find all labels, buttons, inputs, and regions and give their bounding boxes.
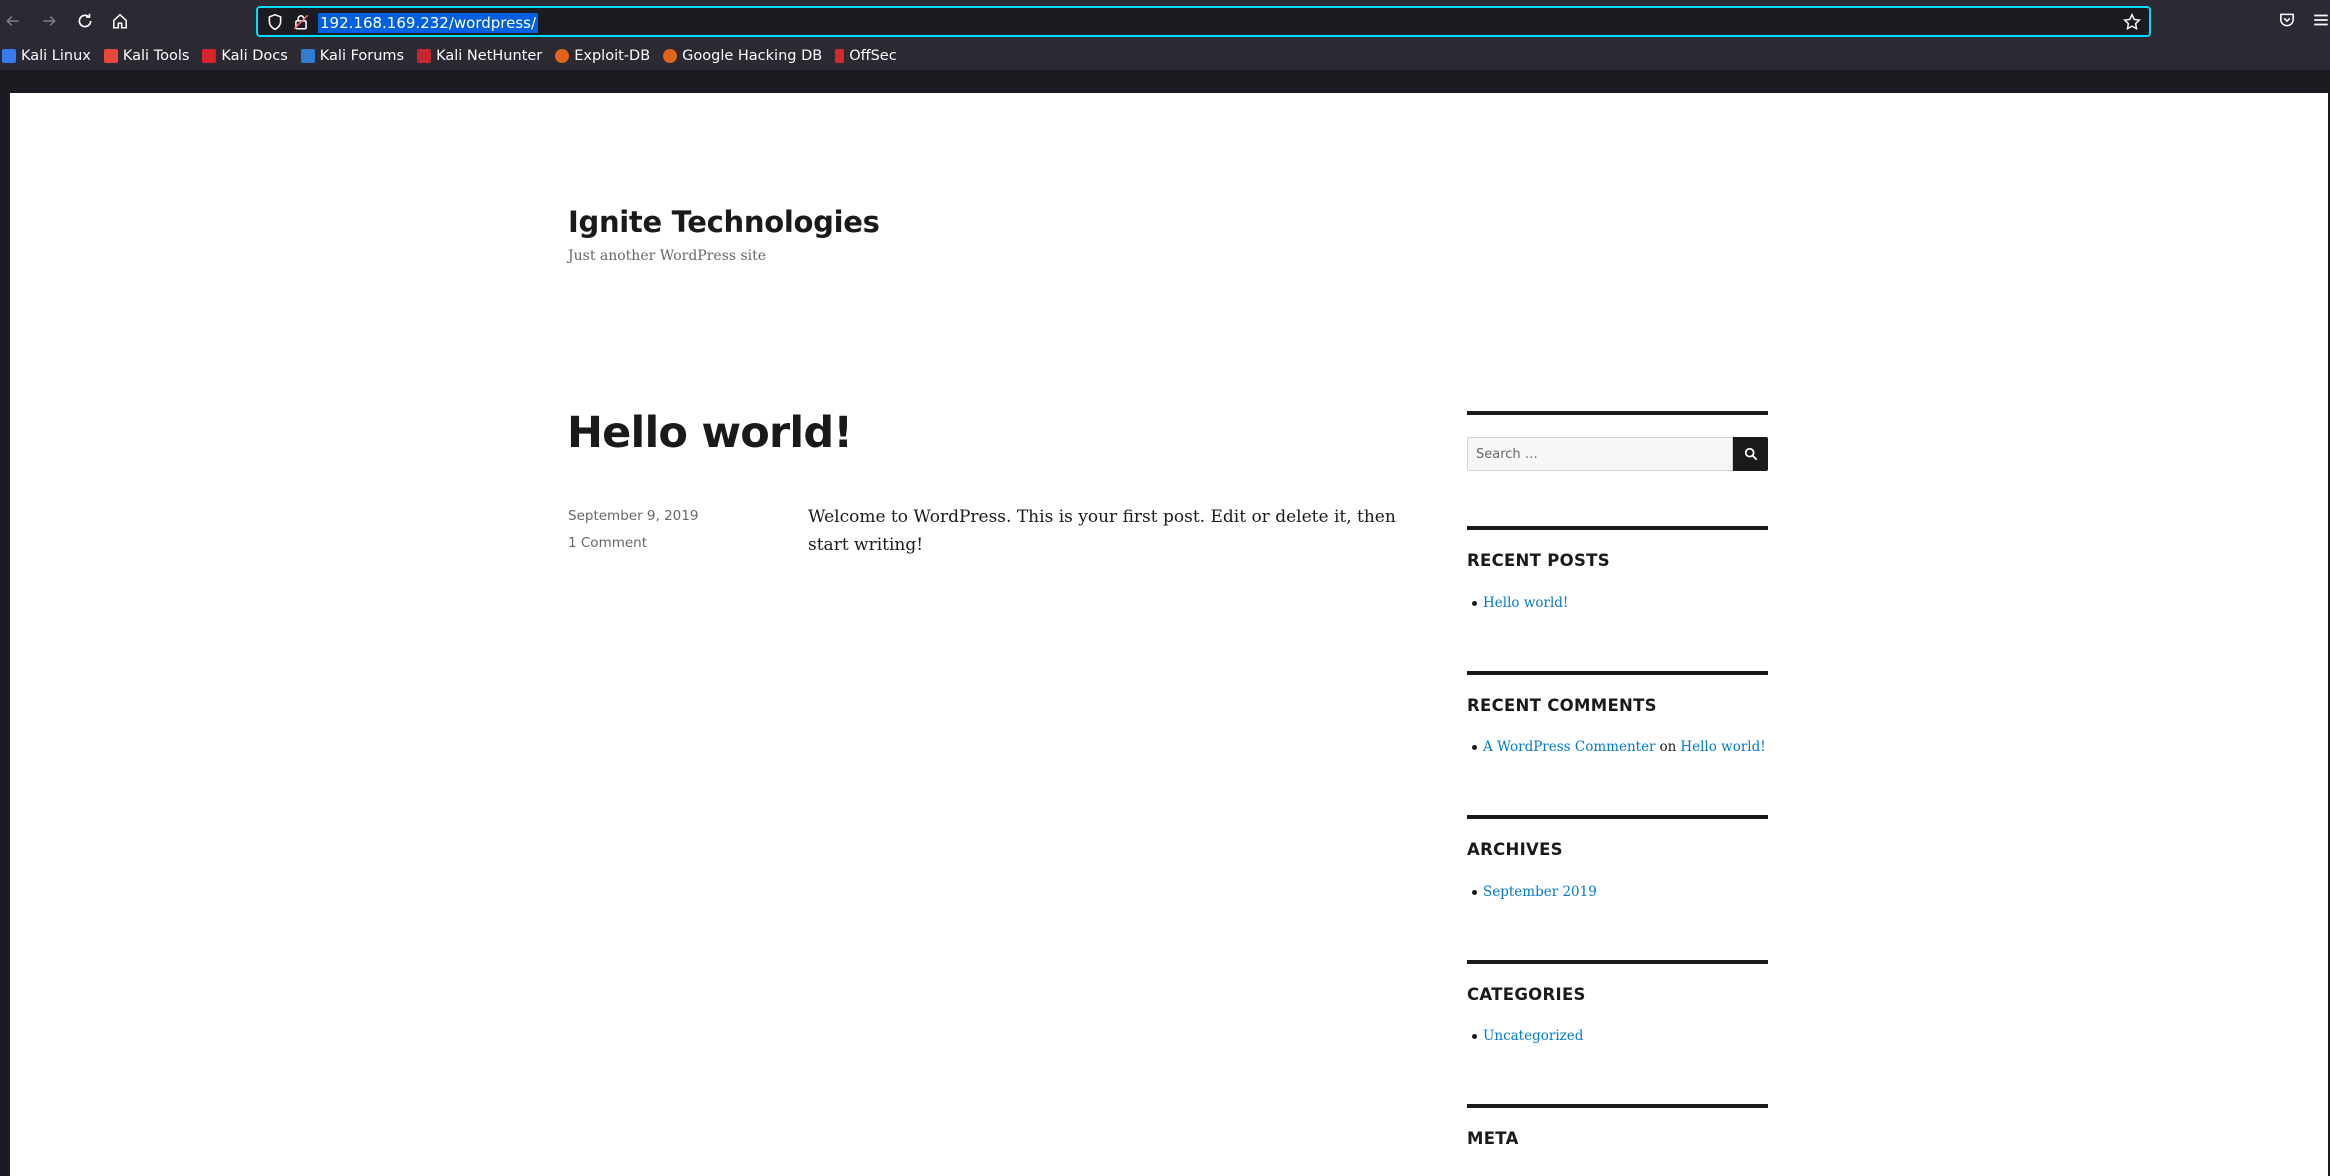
widget-divider [1467,815,1768,819]
comment-on-text: on [1659,739,1677,755]
meta-heading: META [1467,1129,1519,1148]
category-link[interactable]: Uncategorized [1483,1028,1583,1044]
search-button[interactable] [1733,437,1768,471]
categories-heading: CATEGORIES [1467,985,1586,1004]
bookmark-label: OffSec [849,48,897,64]
kali-tools-icon [103,49,118,63]
category-item: Uncategorized [1472,1028,1583,1044]
ghdb-icon [663,49,678,63]
widget-divider [1467,411,1768,415]
bookmark-kali-tools[interactable]: Kali Tools [103,48,190,64]
comment-author-link[interactable]: A WordPress Commenter [1483,739,1656,755]
search-icon [1744,447,1757,461]
bookmark-label: Kali Docs [221,48,288,64]
bullet [1472,744,1477,750]
archives-heading: ARCHIVES [1467,840,1563,859]
url-text[interactable]: 192.168.169.232/wordpress/ [318,13,539,33]
insecure-lock-icon[interactable] [292,13,310,31]
bookmark-label: Google Hacking DB [682,48,823,64]
kali-forums-icon [300,49,315,63]
widget-divider [1467,960,1768,964]
nethunter-icon [417,49,432,63]
archive-link[interactable]: September 2019 [1483,884,1597,900]
widget-divider [1467,671,1768,675]
toolbar-separator [0,70,2330,93]
bookmark-kali-forums[interactable]: Kali Forums [300,48,405,64]
bookmark-label: Kali Linux [21,48,91,64]
bookmark-label: Kali Tools [122,48,190,64]
bookmark-google-hacking-db[interactable]: Google Hacking DB [663,48,822,64]
bookmark-kali-linux[interactable]: Kali Linux [2,48,91,64]
bookmark-label: Kali NetHunter [436,48,543,64]
bookmark-label: Kali Forums [319,48,405,64]
back-arrow-icon[interactable] [1,9,25,33]
pocket-icon[interactable] [2278,11,2296,29]
kali-dragon-icon [2,49,16,63]
recent-post-item: Hello world! [1472,595,1568,611]
exploit-db-icon [555,49,570,63]
bookmark-star-icon[interactable] [2123,12,2141,31]
kali-docs-icon [202,49,217,63]
archive-item: September 2019 [1472,884,1597,900]
site-description: Just another WordPress site [568,248,767,264]
widget-divider [1467,1104,1768,1108]
recent-post-link[interactable]: Hello world! [1483,595,1568,611]
search-input[interactable] [1467,437,1733,471]
offsec-icon [835,49,845,63]
bookmark-label: Exploit-DB [574,48,651,64]
post-date[interactable]: September 9, 2019 [568,508,698,524]
reload-icon[interactable] [73,9,97,33]
recent-comment-item: A WordPress Commenter on Hello world! [1472,739,1766,755]
home-icon[interactable] [108,9,132,33]
widget-divider [1467,526,1768,530]
address-bar[interactable]: 192.168.169.232/wordpress/ [256,6,2151,37]
bookmark-kali-nethunter[interactable]: Kali NetHunter [417,48,542,64]
bookmarks-toolbar: Kali Linux Kali Tools Kali Docs Kali For… [0,42,2330,70]
site-title[interactable]: Ignite Technologies [568,205,880,239]
bullet [1472,1033,1477,1039]
comment-post-link[interactable]: Hello world! [1680,739,1765,755]
bookmark-kali-docs[interactable]: Kali Docs [202,48,288,64]
post-comments-link[interactable]: 1 Comment [568,535,647,551]
bookmark-exploit-db[interactable]: Exploit-DB [555,48,650,64]
menu-icon[interactable] [2312,11,2330,29]
browser-toolbar: 192.168.169.232/wordpress/ [0,0,2330,42]
post-content: Welcome to WordPress. This is your first… [808,507,1396,555]
bookmark-offsec[interactable]: OffSec [835,48,897,64]
bullet [1472,889,1477,895]
page-viewport: Ignite Technologies Just another WordPre… [10,93,2328,1176]
forward-arrow-icon[interactable] [37,9,61,33]
bullet [1472,600,1477,606]
recent-posts-heading: RECENT POSTS [1467,551,1610,570]
recent-comments-heading: RECENT COMMENTS [1467,696,1657,715]
post-title[interactable]: Hello world! [567,408,853,458]
shield-icon[interactable] [266,13,284,31]
